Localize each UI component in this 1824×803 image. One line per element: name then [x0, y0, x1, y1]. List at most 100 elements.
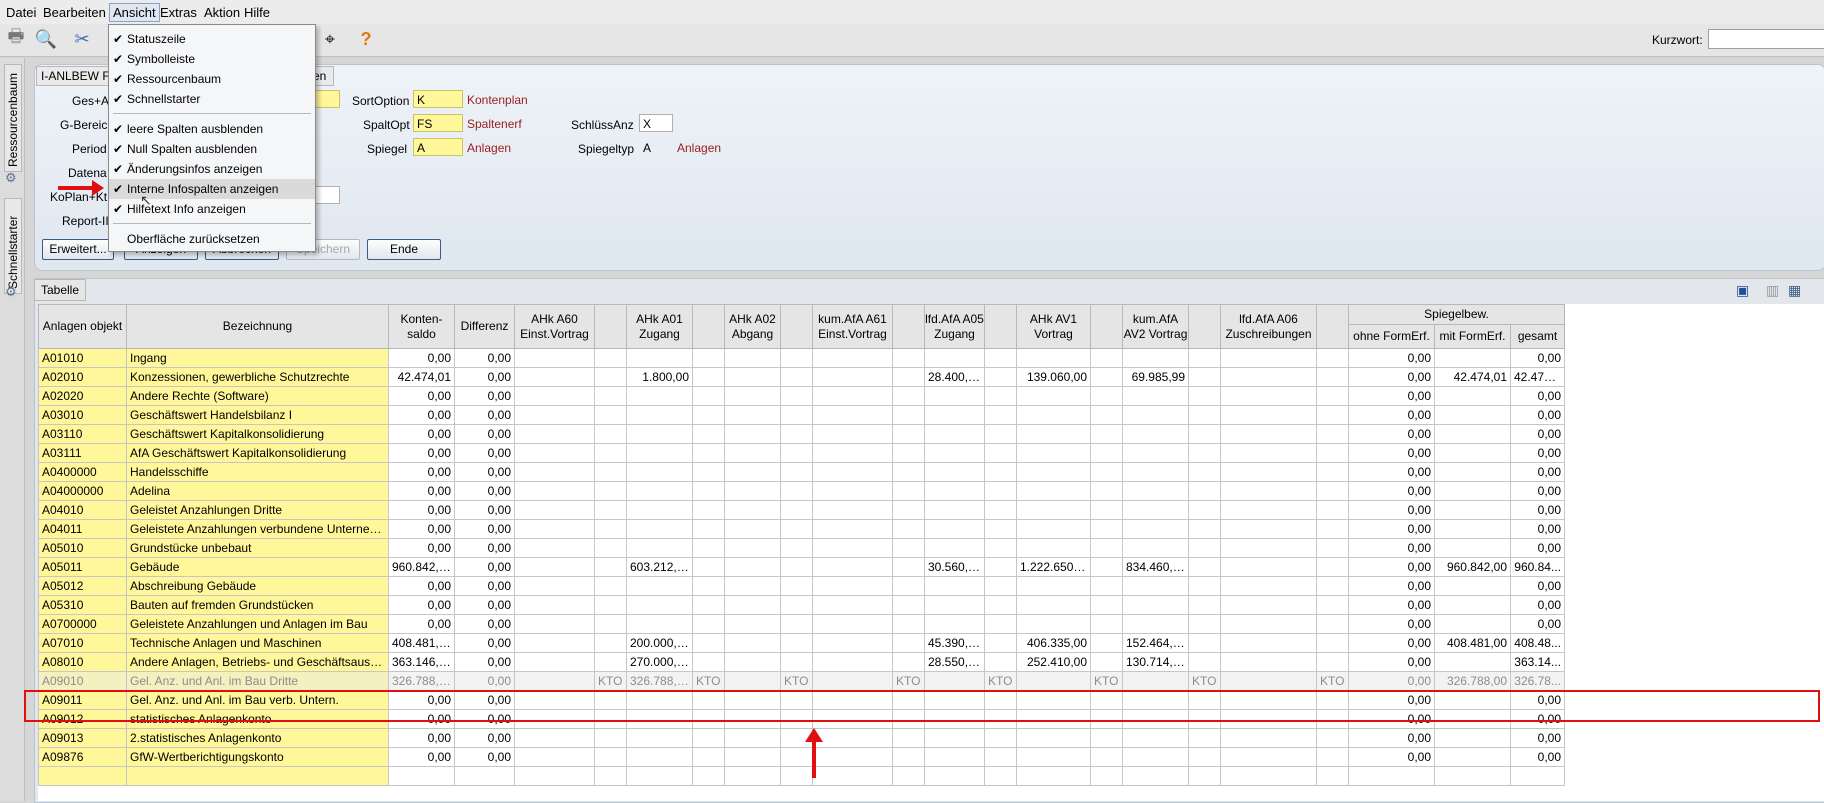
table-cell[interactable]: 326.788,00 — [626, 671, 693, 691]
table-cell[interactable] — [892, 367, 925, 387]
table-cell[interactable] — [1016, 614, 1091, 634]
table-cell[interactable] — [892, 538, 925, 558]
table-cell[interactable] — [1016, 747, 1091, 767]
table-cell[interactable] — [1016, 348, 1091, 368]
table-cell[interactable] — [1122, 424, 1189, 444]
table-row[interactable]: A09012 statistisches Anlagenkonto 0,00 0,00… — [38, 709, 1565, 729]
table-cell[interactable] — [1434, 614, 1511, 634]
table-cell[interactable] — [1188, 557, 1221, 577]
table-row[interactable]: A09013 2.statistisches Anlagenkonto 0,00 0,… — [38, 728, 1565, 748]
column-header[interactable]: mit FormErf. — [1434, 324, 1511, 349]
table-cell[interactable]: 0,00 — [1348, 728, 1435, 748]
table-cell[interactable] — [924, 348, 985, 368]
table-cell[interactable] — [1316, 557, 1349, 577]
cell-anlagenobjekt[interactable]: A05012 — [38, 576, 127, 596]
table-cell[interactable]: KTO — [1188, 671, 1221, 691]
table-cell[interactable] — [1090, 519, 1123, 539]
table-cell[interactable] — [924, 424, 985, 444]
column-header[interactable]: kum.AfA AV2 Vortrag — [1122, 304, 1189, 349]
table-cell[interactable] — [1316, 633, 1349, 653]
table-cell[interactable] — [514, 671, 595, 691]
table-row[interactable]: A03111 AfA Geschäftswert Kapitalkonsolidi… — [38, 443, 1565, 463]
table-cell[interactable] — [812, 671, 893, 691]
table-cell[interactable] — [514, 386, 595, 406]
table-cell[interactable]: 0,00 — [388, 595, 455, 615]
table-cell[interactable]: 0,00 — [388, 614, 455, 634]
table-cell[interactable]: 0,00 — [454, 462, 515, 482]
help-icon[interactable]: ? — [354, 27, 378, 51]
table-cell[interactable] — [692, 348, 725, 368]
table-cell[interactable] — [984, 652, 1017, 672]
table-cell[interactable] — [1316, 766, 1349, 786]
table-cell[interactable]: 0,00 — [454, 747, 515, 767]
table-cell[interactable] — [1220, 671, 1317, 691]
table-cell[interactable] — [594, 462, 627, 482]
table-row[interactable]: A09010 Gel. Anz. und Anl. im Bau Dritte 32… — [38, 671, 1565, 691]
table-cell[interactable] — [724, 614, 781, 634]
cell-bezeichnung[interactable]: Grundstücke unbebaut — [126, 538, 389, 558]
table-cell[interactable] — [780, 519, 813, 539]
table-cell[interactable] — [724, 595, 781, 615]
table-cell[interactable]: 0,00 — [454, 690, 515, 710]
table-cell[interactable] — [692, 652, 725, 672]
table-cell[interactable] — [1090, 576, 1123, 596]
table-cell[interactable] — [626, 386, 693, 406]
table-cell[interactable] — [1434, 728, 1511, 748]
cell-bezeichnung[interactable]: Gel. Anz. und Anl. im Bau verb. Untern. — [126, 690, 389, 710]
cell-anlagenobjekt[interactable]: A02020 — [38, 386, 127, 406]
table-cell[interactable] — [724, 519, 781, 539]
table-cell[interactable] — [924, 690, 985, 710]
table-cell[interactable] — [626, 462, 693, 482]
table-cell[interactable] — [626, 424, 693, 444]
table-cell[interactable] — [1122, 405, 1189, 425]
table-cell[interactable] — [514, 766, 595, 786]
table-cell[interactable] — [892, 690, 925, 710]
table-cell[interactable] — [692, 766, 725, 786]
table-cell[interactable] — [1090, 500, 1123, 520]
table-cell[interactable] — [1434, 652, 1511, 672]
table-cell[interactable] — [984, 481, 1017, 501]
cell-anlagenobjekt[interactable] — [38, 766, 127, 786]
table-cell[interactable] — [1188, 766, 1221, 786]
table-cell[interactable] — [1122, 614, 1189, 634]
table-cell[interactable] — [1016, 481, 1091, 501]
column-header[interactable] — [1316, 304, 1349, 349]
table-cell[interactable]: KTO — [1316, 671, 1349, 691]
menu-item[interactable]: ✔ Null Spalten ausblenden — [109, 139, 315, 159]
table-cell[interactable] — [514, 519, 595, 539]
table-cell[interactable] — [626, 481, 693, 501]
table-cell[interactable] — [984, 424, 1017, 444]
table-cell[interactable]: 0,00 — [454, 728, 515, 748]
binoculars-icon[interactable]: ⌖ — [318, 27, 342, 51]
table-cell[interactable]: 0,00 — [388, 462, 455, 482]
table-cell[interactable] — [514, 614, 595, 634]
table-cell[interactable] — [594, 557, 627, 577]
table-cell[interactable] — [1434, 443, 1511, 463]
table-cell[interactable] — [892, 728, 925, 748]
table-cell[interactable]: 0,00 — [454, 614, 515, 634]
table-cell[interactable] — [1188, 614, 1221, 634]
table-cell[interactable] — [1188, 747, 1221, 767]
table-cell[interactable] — [626, 728, 693, 748]
table-cell[interactable]: 0,00 — [1348, 557, 1435, 577]
cell-bezeichnung[interactable]: 2.statistisches Anlagenkonto — [126, 728, 389, 748]
column-header[interactable]: kum.AfA A61 Einst.Vortrag — [812, 304, 893, 349]
menu-aktion[interactable]: Aktion — [201, 4, 243, 21]
table-cell[interactable]: 42.474,... — [1510, 367, 1565, 387]
table-cell[interactable] — [984, 728, 1017, 748]
table-cell[interactable] — [1434, 481, 1511, 501]
table-cell[interactable]: 0,00 — [1510, 519, 1565, 539]
table-cell[interactable] — [1122, 747, 1189, 767]
table-cell[interactable] — [724, 538, 781, 558]
table-cell[interactable]: 0,00 — [454, 500, 515, 520]
table-cell[interactable] — [1220, 576, 1317, 596]
table-cell[interactable]: 0,00 — [1348, 519, 1435, 539]
table-cell[interactable] — [514, 481, 595, 501]
table-cell[interactable] — [692, 519, 725, 539]
table-cell[interactable] — [1090, 481, 1123, 501]
table-cell[interactable]: 69.985,99 — [1122, 367, 1189, 387]
table-cell[interactable] — [1122, 595, 1189, 615]
cell-bezeichnung[interactable]: statistisches Anlagenkonto — [126, 709, 389, 729]
table-cell[interactable]: 0,00 — [388, 709, 455, 729]
table-cell[interactable] — [892, 614, 925, 634]
